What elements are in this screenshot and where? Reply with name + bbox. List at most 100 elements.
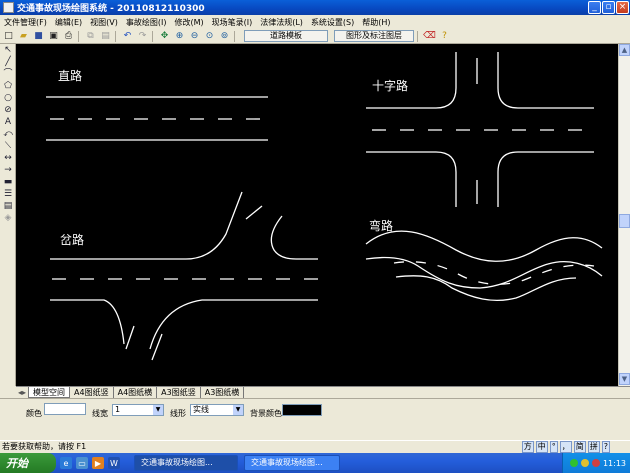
scroll-down-button[interactable]: ▼ xyxy=(619,373,630,385)
linetype-select[interactable]: 实线 ▼ xyxy=(190,404,244,416)
menu-law[interactable]: 法律法规(L) xyxy=(256,17,307,28)
label-fork: 岔路 xyxy=(60,232,84,247)
select-arrow-icon[interactable]: ↖ xyxy=(1,44,15,56)
eraser-tool-icon[interactable]: ◈ xyxy=(1,212,15,224)
volume-icon[interactable] xyxy=(580,459,589,467)
polygon-icon[interactable]: ⬠ xyxy=(1,80,15,92)
ime-item[interactable]: ° xyxy=(549,441,558,453)
menu-help[interactable]: 帮助(H) xyxy=(358,17,394,28)
network-icon[interactable] xyxy=(569,459,578,467)
security-icon[interactable] xyxy=(591,459,600,467)
circle-icon[interactable]: ○ xyxy=(1,92,15,104)
word-icon[interactable]: W xyxy=(108,457,120,469)
arrow-curve-icon[interactable]: ⤺ xyxy=(1,128,15,140)
tab-a4-landscape[interactable]: A4图纸横 xyxy=(114,387,158,398)
zoom-window-icon[interactable]: ⊙ xyxy=(203,30,216,43)
zoom-extents-icon[interactable]: ⊚ xyxy=(218,30,231,43)
print-icon[interactable]: ⎙ xyxy=(62,30,75,43)
layers-icon[interactable]: ▤ xyxy=(1,200,15,212)
show-desktop-icon[interactable]: ▭ xyxy=(76,457,88,469)
hatch-icon[interactable]: ☰ xyxy=(1,188,15,200)
zoom-out-icon[interactable]: ⊖ xyxy=(188,30,201,43)
paste-icon[interactable]: ▤ xyxy=(99,30,112,43)
minimize-button[interactable]: _ xyxy=(588,1,601,14)
road-template-button[interactable]: 道路模板 xyxy=(244,30,328,42)
status-text: 若要获取帮助，请按 F1 xyxy=(2,442,87,451)
menu-draw[interactable]: 事故绘图(I) xyxy=(122,17,171,28)
canvas-drawing: 直路 十字路 岔路 弯路 xyxy=(46,52,603,361)
color-label: 颜色 xyxy=(26,409,42,418)
fork-road[interactable] xyxy=(50,191,318,361)
straight-road[interactable] xyxy=(46,96,268,141)
help-icon[interactable]: ? xyxy=(438,30,451,43)
undo-icon[interactable]: ↶ xyxy=(121,30,134,43)
label-crossroad: 十字路 xyxy=(372,78,408,93)
curve-road[interactable] xyxy=(365,230,603,301)
menu-settings[interactable]: 系统设置(S) xyxy=(307,17,358,28)
tab-a4-portrait[interactable]: A4图纸竖 xyxy=(70,387,114,398)
color-field[interactable] xyxy=(44,403,86,415)
dimension-icon[interactable]: ⟍ xyxy=(1,140,15,152)
linewidth-label: 线宽 xyxy=(92,409,108,418)
system-tray: 11:13 xyxy=(562,453,630,473)
menu-record[interactable]: 现场笔录(I) xyxy=(208,17,257,28)
media-player-icon[interactable]: ▶ xyxy=(92,457,104,469)
task-button-1[interactable]: 交通事故现场绘图... xyxy=(134,455,238,471)
clock: 11:13 xyxy=(602,458,626,468)
ime-item[interactable]: 简 xyxy=(573,441,586,453)
single-arrow-icon[interactable]: → xyxy=(1,164,15,176)
menu-file[interactable]: 文件管理(F) xyxy=(0,17,51,28)
menu-edit[interactable]: 编辑(E) xyxy=(51,17,86,28)
taskbar: 开始 e ▭ ▶ W 交通事故现场绘图... 交通事故现场绘图... 11:13 xyxy=(0,453,630,473)
open-folder-icon[interactable]: ▰ xyxy=(17,30,30,43)
scroll-up-button[interactable]: ▲ xyxy=(619,44,630,56)
ie-icon[interactable]: e xyxy=(60,457,72,469)
arc-icon[interactable]: ⌒ xyxy=(1,68,15,80)
app-icon xyxy=(3,2,14,13)
save-icon[interactable]: ■ xyxy=(32,30,45,43)
new-file-icon[interactable]: □ xyxy=(2,30,15,43)
copy-icon[interactable]: ⧉ xyxy=(84,30,97,43)
redo-icon[interactable]: ↷ xyxy=(136,30,149,43)
linewidth-select[interactable]: 1 ▼ xyxy=(112,404,164,416)
ime-item[interactable]: 拼 xyxy=(587,441,600,453)
menu-view[interactable]: 视图(V) xyxy=(86,17,122,28)
tab-nav-icon[interactable]: ◂▸ xyxy=(16,387,28,398)
drawing-canvas[interactable]: 直路 十字路 岔路 弯路 xyxy=(16,44,618,386)
tab-a3-landscape[interactable]: A3图纸横 xyxy=(201,387,245,398)
print-preview-icon[interactable]: ▣ xyxy=(47,30,60,43)
drawing-tools: ↖ ╱ ⌒ ⬠ ○ ⊘ A ⤺ ⟍ ↔ → ▬ ☰ ▤ ◈ xyxy=(0,44,16,386)
ime-item[interactable]: ? xyxy=(601,441,610,453)
line-icon[interactable]: ╱ xyxy=(1,56,15,68)
bgcolor-swatch[interactable] xyxy=(282,404,322,416)
vertical-scrollbar[interactable]: ▲ ▼ xyxy=(618,44,630,386)
pan-icon[interactable]: ✥ xyxy=(158,30,171,43)
window-title: 交通事故现场绘图系统 - 20110812110300 xyxy=(17,4,205,14)
maximize-button[interactable]: ▫ xyxy=(602,1,615,14)
ellipse-icon[interactable]: ⊘ xyxy=(1,104,15,116)
double-arrow-icon[interactable]: ↔ xyxy=(1,152,15,164)
tab-a3-portrait[interactable]: A3图纸竖 xyxy=(157,387,201,398)
label-straight: 直路 xyxy=(58,68,82,83)
ime-item[interactable]: 中 xyxy=(535,441,548,453)
property-bar: 颜色 线宽 1 ▼ 线形 实线 ▼ 背景颜色 xyxy=(0,398,630,440)
ime-item[interactable]: 方 xyxy=(521,441,534,453)
scroll-thumb[interactable] xyxy=(619,214,630,228)
text-icon[interactable]: A xyxy=(1,116,15,128)
title-bar[interactable]: 交通事故现场绘图系统 - 20110812110300 _ ▫ × xyxy=(0,0,630,15)
start-button[interactable]: 开始 xyxy=(0,453,56,473)
close-button[interactable]: × xyxy=(616,1,629,14)
zoom-in-icon[interactable]: ⊕ xyxy=(173,30,186,43)
eraser-icon[interactable]: ⌫ xyxy=(423,30,436,43)
ime-toolbar[interactable]: 方 中 ° ， 简 拼 ? xyxy=(521,441,610,453)
layer-button[interactable]: 图形及标注图层 xyxy=(334,30,414,42)
ime-item[interactable]: ， xyxy=(559,441,572,453)
task-button-2[interactable]: 交通事故现场绘图... xyxy=(244,455,340,471)
thick-line-icon[interactable]: ▬ xyxy=(1,176,15,188)
crossroad[interactable] xyxy=(366,52,594,207)
linetype-label: 线形 xyxy=(170,409,186,418)
sheet-tabs: ◂▸ 模型空间 A4图纸竖 A4图纸横 A3图纸竖 A3图纸横 xyxy=(16,386,630,398)
tab-model-space[interactable]: 模型空间 xyxy=(28,387,71,398)
status-bar: 若要获取帮助，请按 F1 方 中 ° ， 简 拼 ? xyxy=(0,440,630,453)
menu-modify[interactable]: 修改(M) xyxy=(170,17,207,28)
